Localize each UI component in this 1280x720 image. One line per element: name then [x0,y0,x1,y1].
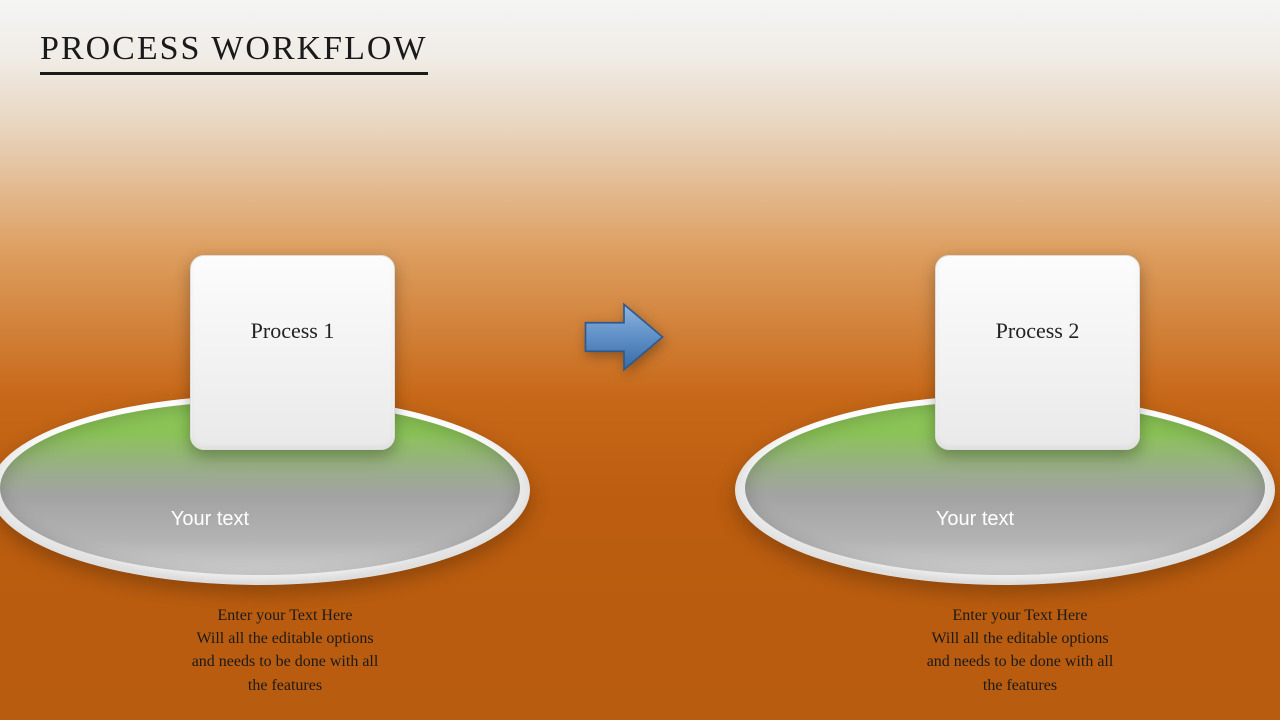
right-arrow-icon [582,301,666,373]
process-description-1: Enter your Text Here Will all the editab… [135,604,435,697]
desc-line: and needs to be done with all [870,650,1170,673]
desc-line: Enter your Text Here [870,604,1170,627]
process-stage-1: Process 1 Your text [0,260,530,590]
desc-line: Enter your Text Here [135,604,435,627]
desc-line: and needs to be done with all [135,650,435,673]
process-card-label: Process 1 [251,318,335,344]
desc-line: the features [135,674,435,697]
process-stage-2: Process 2 Your text [735,260,1275,590]
desc-line: Will all the editable options [135,627,435,650]
process-card-1: Process 1 [190,255,395,450]
process-card-label: Process 2 [996,318,1080,344]
disc-label: Your text [735,508,1275,531]
disc-label: Your text [0,508,530,531]
process-card-2: Process 2 [935,255,1140,450]
page-title: PROCESS WORKFLOW [40,30,428,75]
desc-line: Will all the editable options [870,627,1170,650]
process-description-2: Enter your Text Here Will all the editab… [870,604,1170,697]
desc-line: the features [870,674,1170,697]
